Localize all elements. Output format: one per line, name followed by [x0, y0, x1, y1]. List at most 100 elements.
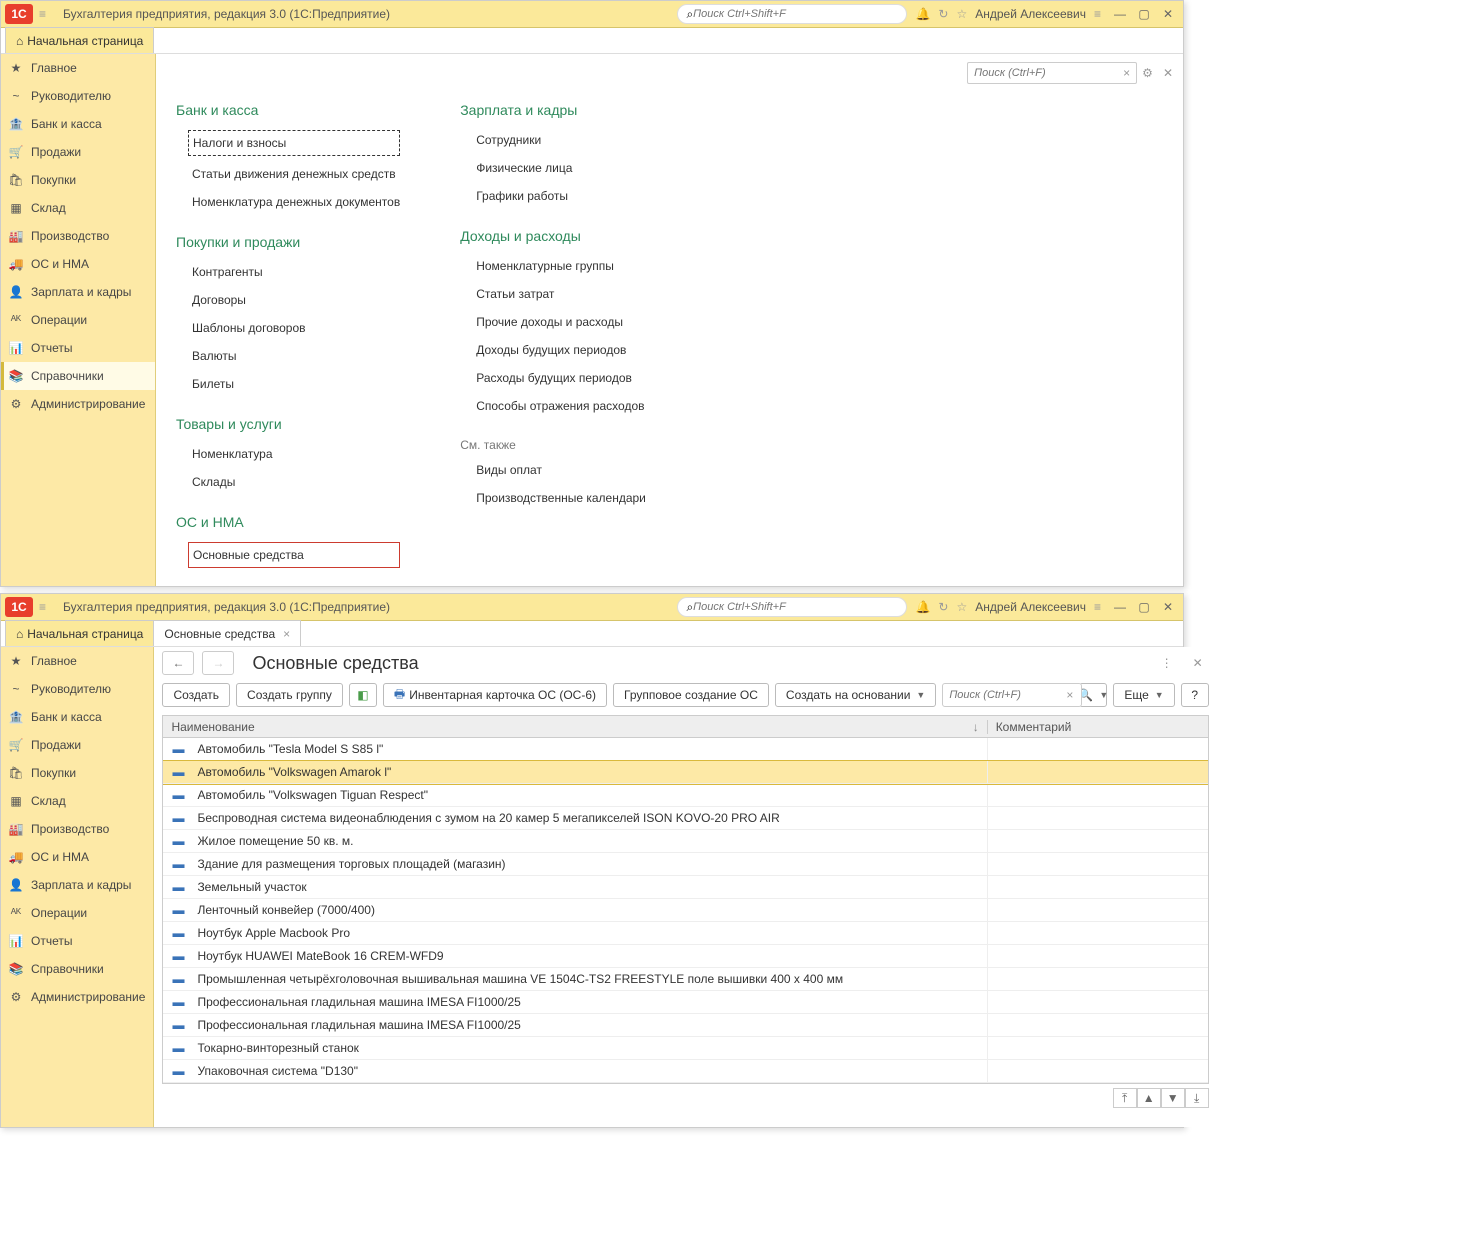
- menu-link[interactable]: Расходы будущих периодов: [460, 368, 646, 388]
- table-row[interactable]: ▬Профессиональная гладильная машина IMES…: [163, 1014, 1207, 1037]
- sidebar-item-5[interactable]: ▦Склад: [1, 194, 155, 222]
- hamburger-icon[interactable]: ≡: [39, 600, 55, 614]
- scroll-bottom-button[interactable]: ⤓: [1185, 1088, 1209, 1108]
- list-search-input[interactable]: [942, 683, 1082, 707]
- minimize-button[interactable]: —: [1109, 4, 1131, 24]
- hierarchy-toggle-button[interactable]: ◧: [349, 683, 377, 707]
- sidebar-item-10[interactable]: 📊Отчеты: [1, 334, 155, 362]
- inventory-card-button[interactable]: 🖶Инвентарная карточка ОС (ОС-6): [383, 683, 607, 707]
- table-row[interactable]: ▬Автомобиль "Tesla Model S S85 l": [163, 738, 1207, 761]
- menu-link[interactable]: Номенклатурные группы: [460, 256, 646, 276]
- menu-link[interactable]: Номенклатура денежных документов: [176, 192, 400, 212]
- star-icon[interactable]: ☆: [956, 7, 967, 21]
- menu-link[interactable]: Способы отражения расходов: [460, 396, 646, 416]
- table-row[interactable]: ▬Ноутбук HUAWEI MateBook 16 CREM-WFD9: [163, 945, 1207, 968]
- menu-link[interactable]: Основные средства: [188, 542, 400, 568]
- menu-link[interactable]: Валюты: [176, 346, 400, 366]
- tab-assets[interactable]: Основные средства ×: [153, 620, 301, 646]
- sidebar-item-7[interactable]: 🚚ОС и НМА: [1, 843, 153, 871]
- table-row[interactable]: ▬Промышленная четырёхголовочная вышиваль…: [163, 968, 1207, 991]
- column-comment[interactable]: Комментарий: [988, 720, 1208, 734]
- sidebar-item-1[interactable]: ~Руководителю: [1, 675, 153, 703]
- menu-link[interactable]: Договоры: [176, 290, 400, 310]
- sidebar-item-0[interactable]: ★Главное: [1, 647, 153, 675]
- table-row[interactable]: ▬Беспроводная система видеонаблюдения с …: [163, 807, 1207, 830]
- bell-icon[interactable]: 🔔: [915, 7, 930, 21]
- global-search-input[interactable]: [693, 8, 898, 20]
- table-row[interactable]: ▬Ленточный конвейер (7000/400): [163, 899, 1207, 922]
- more-button[interactable]: Еще▼: [1113, 683, 1174, 707]
- table-row[interactable]: ▬Автомобиль "Volkswagen Tiguan Respect": [163, 784, 1207, 807]
- sidebar-item-4[interactable]: 🛍Покупки: [1, 759, 153, 787]
- create-button[interactable]: Создать: [162, 683, 230, 707]
- more-icon[interactable]: ⋮: [1155, 656, 1179, 670]
- table-row[interactable]: ▬Ноутбук Apple Macbook Pro: [163, 922, 1207, 945]
- maximize-button[interactable]: ▢: [1133, 4, 1155, 24]
- sidebar-item-9[interactable]: ᴬᴷОперации: [1, 306, 155, 334]
- table-row[interactable]: ▬Упаковочная система "D130": [163, 1060, 1207, 1083]
- menu-link[interactable]: Шаблоны договоров: [176, 318, 400, 338]
- menu-link[interactable]: Статьи движения денежных средств: [176, 164, 400, 184]
- sidebar-item-7[interactable]: 🚚ОС и НМА: [1, 250, 155, 278]
- sidebar-item-11[interactable]: 📚Справочники: [1, 362, 155, 390]
- table-row[interactable]: ▬Профессиональная гладильная машина IMES…: [163, 991, 1207, 1014]
- maximize-button[interactable]: ▢: [1133, 597, 1155, 617]
- global-search[interactable]: ⌕: [677, 4, 907, 24]
- filter-icon[interactable]: ≡: [1094, 7, 1101, 21]
- close-button[interactable]: ✕: [1157, 4, 1179, 24]
- sidebar-item-6[interactable]: 🏭Производство: [1, 222, 155, 250]
- sidebar-item-5[interactable]: ▦Склад: [1, 787, 153, 815]
- menu-link[interactable]: Билеты: [176, 374, 400, 394]
- tab-home[interactable]: ⌂ Начальная страница: [5, 27, 154, 53]
- sidebar-item-12[interactable]: ⚙Администрирование: [1, 983, 153, 1011]
- back-button[interactable]: ←: [162, 651, 194, 675]
- help-button[interactable]: ?: [1181, 683, 1209, 707]
- menu-link[interactable]: Склады: [176, 472, 400, 492]
- search-button[interactable]: 🔍▼: [1079, 683, 1107, 707]
- menu-link[interactable]: Статьи затрат: [460, 284, 646, 304]
- user-name[interactable]: Андрей Алексеевич: [975, 7, 1086, 21]
- scroll-down-button[interactable]: ▼: [1161, 1088, 1185, 1108]
- sidebar-item-1[interactable]: ~Руководителю: [1, 82, 155, 110]
- user-name[interactable]: Андрей Алексеевич: [975, 600, 1086, 614]
- clear-search-icon[interactable]: ×: [1066, 688, 1073, 702]
- table-row[interactable]: ▬Земельный участок: [163, 876, 1207, 899]
- hamburger-icon[interactable]: ≡: [39, 7, 55, 21]
- gear-icon[interactable]: ⚙: [1142, 66, 1153, 80]
- scroll-top-button[interactable]: ⤒: [1113, 1088, 1137, 1108]
- create-group-button[interactable]: Создать группу: [236, 683, 343, 707]
- close-list-icon[interactable]: ✕: [1187, 656, 1209, 670]
- history-icon[interactable]: ↻: [938, 600, 948, 614]
- sidebar-item-0[interactable]: ★Главное: [1, 54, 155, 82]
- create-based-button[interactable]: Создать на основании▼: [775, 683, 936, 707]
- table-row[interactable]: ▬Жилое помещение 50 кв. м.: [163, 830, 1207, 853]
- sidebar-item-2[interactable]: 🏦Банк и касса: [1, 110, 155, 138]
- table-row[interactable]: ▬Здание для размещения торговых площадей…: [163, 853, 1207, 876]
- scroll-up-button[interactable]: ▲: [1137, 1088, 1161, 1108]
- tab-home[interactable]: ⌂ Начальная страница: [5, 620, 154, 646]
- sidebar-item-3[interactable]: 🛒Продажи: [1, 731, 153, 759]
- menu-link[interactable]: Графики работы: [460, 186, 646, 206]
- bell-icon[interactable]: 🔔: [915, 600, 930, 614]
- menu-link[interactable]: Доходы будущих периодов: [460, 340, 646, 360]
- menu-link[interactable]: Производственные календари: [460, 488, 646, 508]
- column-name[interactable]: Наименование↓: [163, 720, 987, 734]
- tab-close-icon[interactable]: ×: [283, 627, 290, 641]
- sidebar-item-4[interactable]: 🛍Покупки: [1, 166, 155, 194]
- global-search[interactable]: ⌕: [677, 597, 907, 617]
- sidebar-item-8[interactable]: 👤Зарплата и кадры: [1, 871, 153, 899]
- sidebar-item-11[interactable]: 📚Справочники: [1, 955, 153, 983]
- sidebar-item-12[interactable]: ⚙Администрирование: [1, 390, 155, 418]
- star-icon[interactable]: ☆: [956, 600, 967, 614]
- close-panel-icon[interactable]: ✕: [1163, 66, 1173, 80]
- sidebar-item-10[interactable]: 📊Отчеты: [1, 927, 153, 955]
- filter-icon[interactable]: ≡: [1094, 600, 1101, 614]
- menu-link[interactable]: Налоги и взносы: [188, 130, 400, 156]
- menu-link[interactable]: Сотрудники: [460, 130, 646, 150]
- sidebar-item-9[interactable]: ᴬᴷОперации: [1, 899, 153, 927]
- sidebar-item-8[interactable]: 👤Зарплата и кадры: [1, 278, 155, 306]
- menu-link[interactable]: Номенклатура: [176, 444, 400, 464]
- content-search-input[interactable]: [967, 62, 1137, 84]
- global-search-input[interactable]: [693, 601, 898, 613]
- menu-link[interactable]: Прочие доходы и расходы: [460, 312, 646, 332]
